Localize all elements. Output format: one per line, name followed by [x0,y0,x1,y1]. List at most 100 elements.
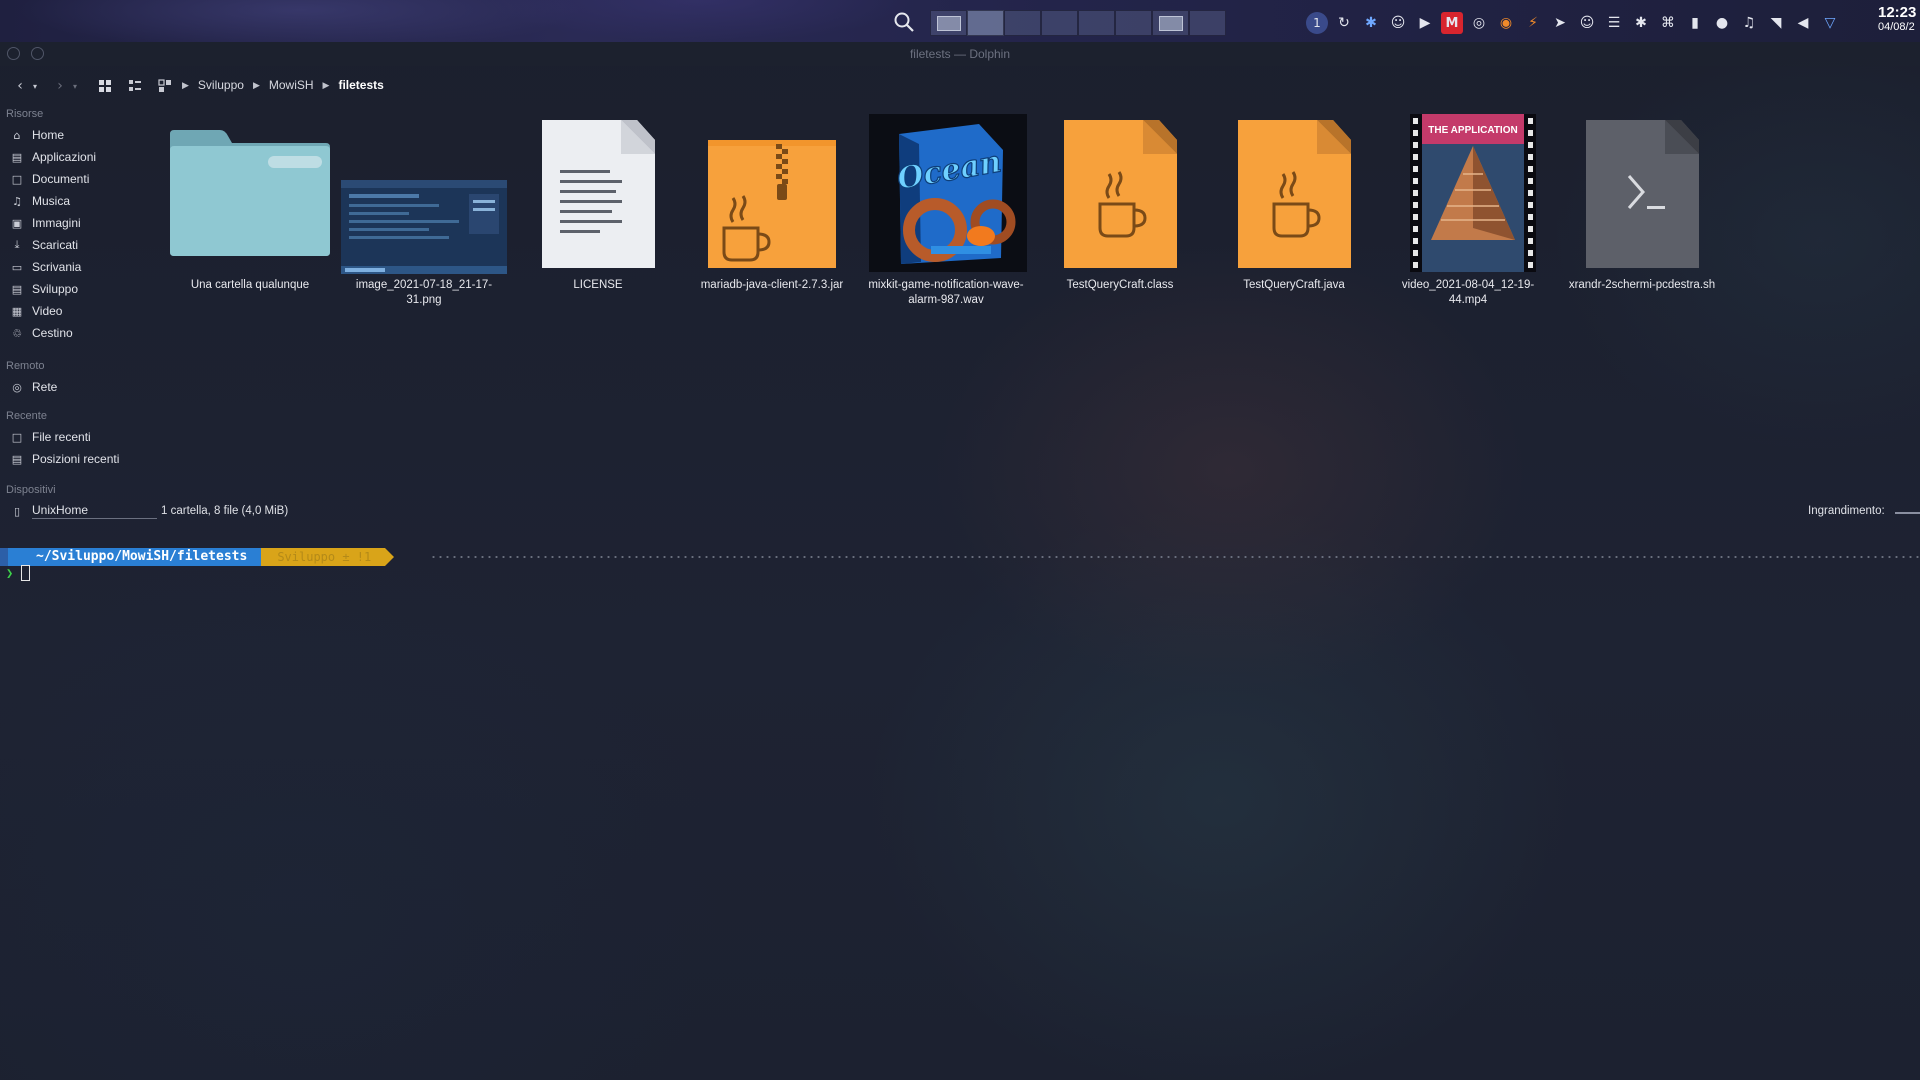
back-history-chevron-icon[interactable]: ▾ [30,76,40,96]
jar-archive-icon [687,110,857,274]
sidebar-item-label: Home [32,128,65,142]
breadcrumb: ▶ Sviluppo ▶ MowiSH ▶ filetests [182,78,384,92]
compact-view-icon[interactable] [126,76,144,96]
power-icon[interactable]: ⚡ [1522,12,1544,34]
video-thumbnail: THE APPLICATION [1383,110,1553,274]
volume-icon[interactable]: ◀ [1792,12,1814,34]
split-view-icon[interactable] [156,76,174,96]
sidebar-item-label: Cestino [32,326,73,340]
sidebar-item-label: Scaricati [32,238,79,252]
sidebar-item-file-recenti[interactable]: □ File recenti [0,426,160,448]
prompt-filler [430,556,1920,558]
window-title: filetests — Dolphin [909,47,1011,61]
bluetooth-icon[interactable]: ✱ [1360,12,1382,34]
sidebar-item-label: Immagini [32,216,81,230]
breadcrumb-separator-icon: ▶ [182,79,189,90]
sidebar-item-immagini[interactable]: ▣ Immagini [0,212,160,234]
sidebar-item-musica[interactable]: ♫ Musica [0,190,160,212]
update-icon[interactable]: ↻ [1333,12,1355,34]
user-icon[interactable]: ☺ [1576,12,1598,34]
section-title-recente: Recente [6,410,47,422]
file-item-script[interactable]: xrandr-2schermi-pcdestra.sh [1557,110,1727,293]
folder-icon [165,110,335,274]
drive-icon: ▯ [13,504,21,518]
file-name: mixkit-game-notification-wave-alarm-987.… [868,279,1024,306]
desktop-6[interactable] [1115,10,1152,36]
obs-icon[interactable]: ◎ [1468,12,1490,34]
breadcrumb-separator-icon: ▶ [252,79,260,90]
1-icon[interactable]: 1 [1306,12,1328,34]
file-item-audio[interactable]: Ocean mixkit-game-notification-wave-alar… [861,110,1031,308]
prompt-chevron-icon: ❯ [6,566,14,580]
microphone-icon[interactable]: ● [1711,12,1733,34]
search-icon[interactable] [892,10,916,34]
section-title-remoto: Remoto [6,360,45,372]
forward-arrow-icon[interactable]: › [52,76,68,96]
audio-icon[interactable]: ♫ [1738,12,1760,34]
bluetooth-icon[interactable]: ✱ [1630,12,1652,34]
sidebar-item-label: Applicazioni [32,150,97,164]
file-name: Una cartella qualunque [190,279,310,291]
sidebar-item-applicazioni[interactable]: ▤ Applicazioni [0,146,160,168]
sidebar-item-rete[interactable]: ◎ Rete [0,376,160,398]
icons-view-icon[interactable] [96,76,114,96]
desktop-7[interactable] [1152,10,1189,36]
sidebar-item-home[interactable]: ⌂ Home [0,124,160,146]
zoom-slider[interactable] [1895,512,1920,514]
sidebar-item-unixhome[interactable]: ▯ UnixHome [0,500,160,522]
section-title-dispositivi: Dispositivi [6,484,56,496]
desktop-5[interactable] [1078,10,1115,36]
places-sidebar: Risorse ⌂ Home ▤ Applicazioni □ Documenti ♫… [0,104,160,522]
terminal-input-line[interactable]: ❯ [6,565,31,581]
breadcrumb-item-filetests[interactable]: filetests [338,78,383,92]
file-item-java-class[interactable]: TestQueryCraft.class [1035,110,1205,293]
file-item-image[interactable]: image_2021-07-18_21-17-31.png [339,110,509,308]
sidebar-item-sviluppo[interactable]: ▤ Sviluppo [0,278,160,300]
clipboard-icon[interactable]: ☰ [1603,12,1625,34]
file-item-jar[interactable]: mariadb-java-client-2.7.3.jar [687,110,857,293]
sidebar-item-label: Scrivania [32,260,82,274]
discord-icon[interactable]: ☺ [1387,12,1409,34]
file-item-java-source[interactable]: TestQueryCraft.java [1209,110,1379,293]
sidebar-item-posizioni-recenti[interactable]: ▤ Posizioni recenti [0,448,160,470]
breadcrumb-item-mowish[interactable]: MowiSH [269,78,314,92]
video-cover-text: THE APPLICATION [1428,125,1517,136]
forward-history-chevron-icon[interactable]: ▾ [70,76,80,96]
clock[interactable]: 12:23 04/08/2 [1878,6,1920,34]
record-icon[interactable]: ◉ [1495,12,1517,34]
desktop-3[interactable] [1004,10,1041,36]
text-file-icon [513,110,683,274]
sidebar-item-scaricati[interactable]: ⤓ Scaricati [0,234,160,256]
battery-icon[interactable]: ▮ [1684,12,1706,34]
document-icon: □ [11,172,23,186]
music-icon: ♫ [12,194,22,208]
sidebar-item-cestino[interactable]: ♲ Cestino [0,322,160,344]
sidebar-item-label: UnixHome [32,503,157,519]
sidebar-item-video[interactable]: ▦ Video [0,300,160,322]
desktop-8[interactable] [1189,10,1226,36]
play-icon[interactable]: ▶ [1414,12,1436,34]
desktop-4[interactable] [1041,10,1078,36]
file-item-folder[interactable]: Una cartella qualunque [165,110,335,293]
recent-files-icon: □ [11,430,23,444]
telegram-icon[interactable]: ➤ [1549,12,1571,34]
back-arrow-icon[interactable]: ‹ [12,76,28,96]
file-item-text[interactable]: LICENSE [513,110,683,293]
file-name: LICENSE [573,279,623,291]
window-thumbnail [1159,16,1183,31]
file-item-video[interactable]: THE APPLICATION video_2021-08-04_12-19-4… [1383,110,1553,308]
kdeconnect-icon[interactable]: ⌘ [1657,12,1679,34]
wifi-icon[interactable]: ◥ [1765,12,1787,34]
image-thumbnail [339,110,509,274]
desktop-icon: ▭ [11,260,23,274]
desktop-2[interactable] [967,10,1004,36]
menu-arrow-icon[interactable]: ▽ [1819,12,1841,34]
desktop-1[interactable] [930,10,967,36]
file-name: image_2021-07-18_21-17-31.png [355,279,493,306]
sidebar-item-documenti[interactable]: □ Documenti [0,168,160,190]
terminal-prompt: ~/Sviluppo/MowiSH/filetests Sviluppo ± !… [0,548,395,566]
breadcrumb-item-sviluppo[interactable]: Sviluppo [198,78,244,92]
system-tray: 1 ↻ ✱ ☺ ▶ M ◎ ◉ ⚡ ➤ ☺ ☰ ✱ ⌘ ▮ ● ♫ ◥ ◀ ▽ [1306,10,1841,36]
sidebar-item-scrivania[interactable]: ▭ Scrivania [0,256,160,278]
mega-icon[interactable]: M [1441,12,1463,34]
